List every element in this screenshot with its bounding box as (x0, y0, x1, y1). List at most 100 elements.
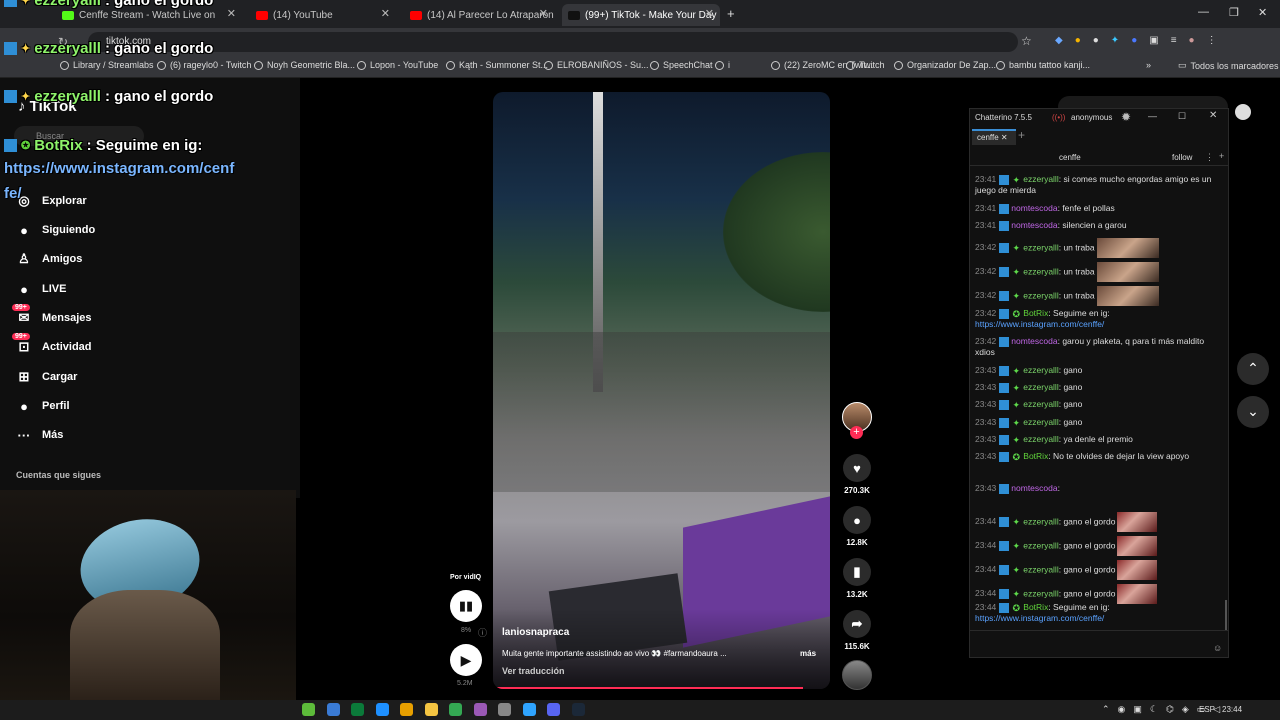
tab-cenffe[interactable]: cenffe ✕ (972, 129, 1016, 145)
chat-username[interactable]: nomtescoda (1011, 336, 1057, 346)
taskbar-app-icon[interactable] (547, 703, 560, 716)
taskbar-app-icon[interactable] (375, 703, 389, 716)
chat-username[interactable]: ezzeryalll (1023, 588, 1058, 598)
browser-tab[interactable]: (99+) TikTok - Make Your Day ✕ (562, 4, 720, 26)
video-author[interactable]: laniosnapraca (502, 627, 569, 638)
taskbar-app-icon[interactable] (424, 703, 438, 716)
bookmarks-overflow-icon[interactable]: » (1146, 60, 1151, 70)
puzzle-icon[interactable]: ▣ (1149, 35, 1158, 46)
bookmark-item[interactable]: Library / Streamlabs (60, 60, 154, 70)
sidebar-item-más[interactable]: ··· Más (16, 427, 64, 443)
video-player[interactable] (493, 92, 830, 689)
chat-username[interactable]: BotRix (1023, 602, 1048, 612)
bookmark-item[interactable]: Noyh Geometric Bla... (254, 60, 355, 70)
extension-icon[interactable]: ◆ (1055, 35, 1063, 46)
settings-gear-icon[interactable]: ✹ (1121, 110, 1131, 124)
chat-username[interactable]: ezzeryalll (1023, 399, 1058, 409)
chevron-up-icon[interactable]: ⌃ (1102, 704, 1110, 715)
sidebar-item-explorar[interactable]: ◎ Explorar (16, 193, 86, 209)
caption-more-link[interactable]: más (800, 649, 816, 658)
minimize-icon[interactable]: — (1198, 6, 1209, 18)
tab-search-icon[interactable]: ≡ (1171, 35, 1177, 46)
bookmark-item[interactable]: Lopon - YouTube (357, 60, 438, 70)
clock[interactable]: 23:44 (1222, 705, 1242, 714)
chat-input[interactable] (970, 630, 1228, 657)
tray-app-icon[interactable]: ⌬ (1166, 704, 1174, 715)
keyboard-language[interactable]: ESP (1199, 705, 1215, 714)
tray-app-icon[interactable]: ☾ (1150, 704, 1158, 715)
next-video-button[interactable]: ⌄ (1237, 396, 1269, 428)
sidebar-item-mensajes[interactable]: ✉ 99+ Mensajes (12, 304, 92, 326)
maximize-icon[interactable]: ☐ (1178, 111, 1186, 122)
chat-username[interactable]: ezzeryalll (1023, 540, 1058, 550)
close-tab-icon[interactable]: ✕ (227, 7, 236, 20)
extension-icon[interactable]: ● (1131, 35, 1137, 46)
bookmark-item[interactable]: (6) rageylo0 - Twitch (157, 60, 251, 70)
chat-username[interactable]: nomtescoda (1011, 483, 1057, 493)
chat-username[interactable]: ezzeryalll (1023, 564, 1058, 574)
tray-app-icon[interactable]: ▣ (1133, 704, 1142, 715)
video-progress-bar[interactable] (497, 687, 803, 689)
play-button[interactable]: ▶ (450, 644, 482, 676)
chat-scrollbar[interactable] (1225, 600, 1227, 630)
chat-username[interactable]: ezzeryalll (1023, 266, 1058, 276)
channel-menu-icon[interactable]: ⋮ (1205, 152, 1214, 163)
taskbar-app-icon[interactable] (302, 703, 315, 716)
follow-plus-icon[interactable]: + (850, 426, 863, 439)
bookmark-star-icon[interactable]: ☆ (1021, 34, 1032, 48)
close-window-icon[interactable]: ✕ (1258, 6, 1267, 19)
previous-video-button[interactable]: ⌃ (1237, 353, 1269, 385)
add-tab-icon[interactable]: + (1018, 128, 1025, 142)
profile-avatar-icon[interactable]: ● (1189, 35, 1195, 46)
save-action[interactable]: ▮ 13.2K (840, 558, 874, 599)
close-icon[interactable]: ✕ (1001, 133, 1008, 142)
restore-icon[interactable]: ❐ (1229, 6, 1239, 19)
chat-username[interactable]: ezzeryalll (1023, 290, 1058, 300)
translate-link[interactable]: Ver traducción (502, 666, 565, 676)
chat-username[interactable]: ezzeryalll (1023, 365, 1058, 375)
bookmark-item[interactable]: ELROBANIÑOS - Su... (544, 60, 649, 70)
chat-username[interactable]: ezzeryalll (1023, 174, 1058, 184)
close-tab-icon[interactable]: ✕ (705, 7, 714, 20)
new-tab-button[interactable]: + (727, 6, 735, 21)
chat-link[interactable]: https://www.instagram.com/cenffe/ (975, 319, 1104, 329)
bookmark-item[interactable]: bambu tattoo kanji... (996, 60, 1090, 70)
extension-icon[interactable]: ● (1093, 35, 1099, 46)
taskbar-app-icon[interactable] (571, 703, 585, 716)
split-add-icon[interactable]: + (1219, 151, 1224, 161)
share-action[interactable]: ➦ 115.6K (840, 610, 874, 651)
extension-icon[interactable]: ✦ (1111, 35, 1119, 46)
bookmark-item[interactable]: Organizador De Zap... (894, 60, 996, 70)
chat-username[interactable]: BotRix (1023, 451, 1048, 461)
bookmark-item[interactable]: Kąth - Summoner St... (446, 60, 548, 70)
sidebar-item-perfil[interactable]: ● Perfil (16, 398, 69, 414)
vidiq-stats-button[interactable]: ▮▮ (450, 590, 482, 622)
taskbar-app-icon[interactable] (326, 703, 340, 716)
streamer-mode-icon[interactable]: ((•)) (1052, 113, 1065, 122)
music-disc-avatar[interactable] (842, 660, 872, 690)
close-icon[interactable]: ✕ (1209, 110, 1217, 121)
user-avatar[interactable] (1235, 104, 1251, 120)
taskbar-app-icon[interactable] (498, 703, 511, 716)
chat-username[interactable]: nomtescoda (1011, 220, 1057, 230)
chat-username[interactable]: ezzeryalll (1023, 516, 1058, 526)
bookmark-item[interactable]: i (715, 60, 730, 70)
all-bookmarks[interactable]: ▭ Todos los marcadores (1178, 60, 1279, 71)
url-input[interactable]: tiktok.com (88, 32, 1018, 52)
info-icon[interactable]: ⓘ (478, 626, 487, 639)
comment-action[interactable]: ● 12.8K (840, 506, 874, 547)
chat-username[interactable]: ezzeryalll (1023, 417, 1058, 427)
menu-dots-icon[interactable]: ⋮ (1207, 35, 1217, 46)
bookmark-item[interactable]: SpeechChat (650, 60, 713, 70)
chatterino-user[interactable]: anonymous (1071, 113, 1112, 122)
tray-app-icon[interactable]: ◉ (1118, 704, 1126, 715)
browser-tab[interactable]: (14) Al Parecer Lo Atraparon - Y✕ (404, 4, 554, 26)
follow-button[interactable]: follow (1172, 153, 1192, 162)
chat-username[interactable]: ezzeryalll (1023, 434, 1058, 444)
taskbar-app-icon[interactable] (449, 703, 462, 716)
sidebar-item-amigos[interactable]: ♙ Amigos (16, 251, 82, 267)
close-tab-icon[interactable]: ✕ (539, 7, 548, 20)
chat-username[interactable]: ezzeryalll (1023, 382, 1058, 392)
sidebar-item-cargar[interactable]: ⊞ Cargar (16, 369, 78, 385)
sidebar-item-siguiendo[interactable]: ● Siguiendo (16, 222, 95, 238)
